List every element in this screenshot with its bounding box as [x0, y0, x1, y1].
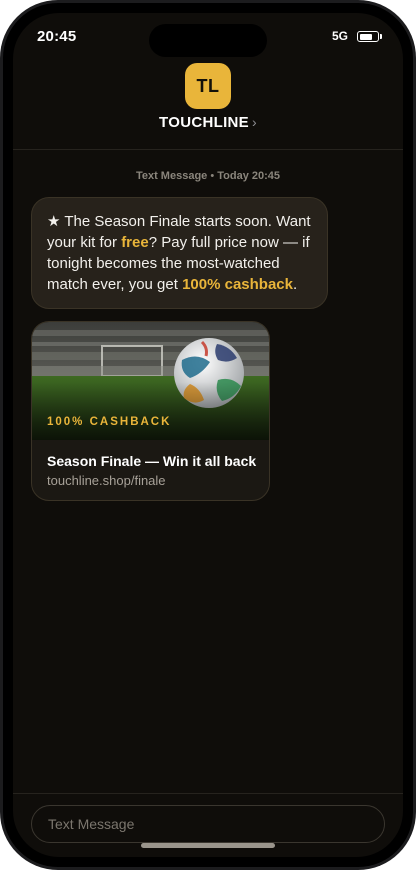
phone-frame: 20:45 5G TL TOUCHLINE › Text Message • To…: [0, 0, 416, 870]
sender-header[interactable]: TOUCHLINE ›: [13, 114, 403, 131]
message-text-3: .: [293, 276, 298, 293]
network-indicator: 5G: [332, 29, 349, 43]
link-preview-card[interactable]: 100% CASHBACK Season Finale — Win it all…: [31, 321, 270, 501]
sender-name[interactable]: TOUCHLINE: [159, 114, 249, 131]
screen: 20:45 5G TL TOUCHLINE › Text Message • To…: [13, 13, 403, 857]
meta-separator: •: [207, 170, 218, 182]
battery-level: [359, 33, 373, 40]
cashback-overlay-label: 100% CASHBACK: [47, 416, 172, 428]
star-icon: ★: [47, 213, 61, 230]
battery-icon: [357, 31, 379, 42]
message-highlight-cashback: 100% cashback: [182, 276, 293, 293]
status-time: 20:45: [37, 28, 77, 45]
battery-tip: [380, 34, 382, 39]
message-bubble[interactable]: ★ The Season Finale starts soon. Want yo…: [31, 197, 328, 309]
link-preview-image[interactable]: 100% CASHBACK: [32, 322, 269, 440]
message-input[interactable]: Text Message: [31, 805, 385, 843]
sender-avatar[interactable]: TL: [185, 63, 231, 109]
message-timestamp: Text Message • Today 20:45: [13, 170, 403, 182]
link-preview-url[interactable]: touchline.shop/finale: [47, 473, 166, 488]
link-preview-title[interactable]: Season Finale — Win it all back: [47, 453, 256, 469]
home-indicator[interactable]: [141, 843, 275, 848]
header-divider: [13, 149, 403, 150]
meta-time: Today 20:45: [217, 170, 281, 182]
composer-divider: [13, 793, 403, 794]
dynamic-island: [149, 24, 267, 57]
message-highlight-free: free: [121, 234, 149, 251]
chevron-right-icon[interactable]: ›: [252, 114, 257, 130]
meta-label: Text Message: [135, 170, 208, 182]
